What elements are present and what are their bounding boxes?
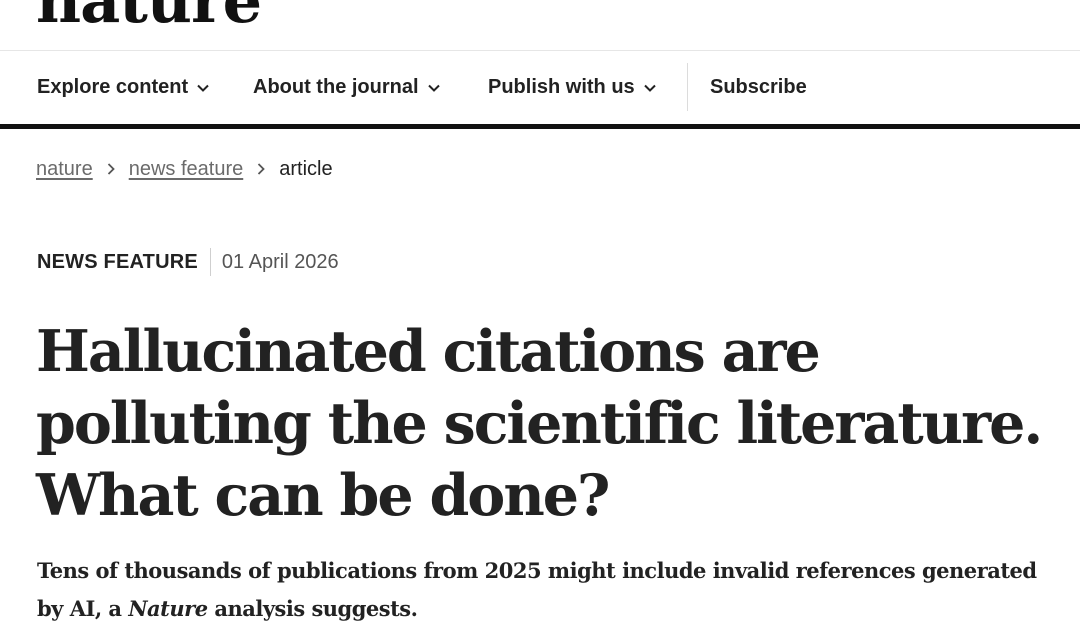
chevron-down-icon (197, 84, 209, 92)
masthead: nature (0, 0, 1080, 51)
article-type: NEWS FEATURE (37, 250, 198, 273)
nav-divider (687, 63, 688, 111)
chevron-right-icon (258, 163, 266, 175)
nav-item-label: Publish with us (488, 76, 635, 98)
page: nature Explore content About the journal… (0, 0, 1080, 643)
breadcrumb-link-nature[interactable]: nature (36, 158, 93, 181)
article-title: Hallucinated citations are polluting the… (36, 318, 1043, 529)
breadcrumb-link-news-feature[interactable]: news feature (129, 158, 244, 181)
nav-item-label: Subscribe (710, 76, 807, 98)
breadcrumb-current: article (279, 157, 333, 180)
standfirst-journal-name: Nature (128, 596, 208, 621)
nav-rule (0, 124, 1080, 129)
article-meta: NEWS FEATURE 01 April 2026 (37, 248, 339, 276)
main-nav: Explore content About the journal Publis… (0, 51, 1080, 124)
standfirst-text-end: analysis suggests. (207, 596, 418, 621)
nature-logo[interactable]: nature (36, 0, 262, 32)
article-standfirst: Tens of thousands of publications from 2… (37, 552, 1047, 628)
nav-explore-content[interactable]: Explore content (37, 51, 209, 124)
meta-divider (209, 248, 211, 276)
breadcrumb: nature news feature article (36, 156, 333, 182)
article-date: 01 April 2026 (221, 250, 339, 273)
nav-item-label: Explore content (37, 76, 189, 98)
chevron-down-icon (427, 84, 440, 92)
nav-publish-with-us[interactable]: Publish with us (488, 51, 656, 124)
nav-subscribe[interactable]: Subscribe (710, 51, 807, 124)
chevron-down-icon (643, 84, 656, 92)
nav-item-label: About the journal (253, 76, 419, 98)
nav-about-journal[interactable]: About the journal (253, 51, 440, 124)
chevron-right-icon (107, 163, 115, 175)
